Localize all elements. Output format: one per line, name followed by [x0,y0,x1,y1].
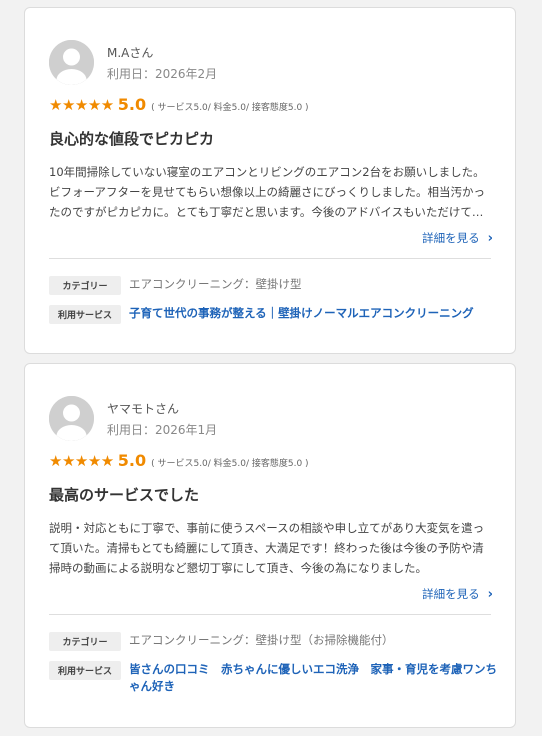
use-date: 利用日：2026年2月 [107,67,218,81]
service-row: 利用サービス 子育て世代の事務が整える｜壁掛けノーマルエアコンクリーニング [49,305,499,324]
service-link[interactable]: 子育て世代の事務が整える｜壁掛けノーマルエアコンクリーニング [129,306,474,320]
rating-row: ★★★★★ 5.0 ( サービス5.0/ 料金5.0/ 接客態度5.0 ) [49,95,309,114]
details-link[interactable]: 詳細を見る › [422,586,493,602]
details-link-label: 詳細を見る [422,587,480,601]
service-links: 皆さんの口コミ 赤ちゃんに優しいエコ洗浄 家事・育児を考慮ワンちゃん好き [129,661,499,695]
sub-scores: ( サービス5.0/ 料金5.0/ 接客態度5.0 ) [151,459,309,469]
category-row: カテゴリー エアコンクリーニング：壁掛け型（お掃除機能付） [49,632,394,651]
details-link[interactable]: 詳細を見る › [422,230,493,246]
category-value: エアコンクリーニング：壁掛け型（お掃除機能付） [129,633,394,647]
review-body: 10年間掃除していない寝室のエアコンとリビングのエアコン2台をお願いしました。ビ… [49,165,485,219]
category-tag: カテゴリー [49,632,121,651]
category-tag: カテゴリー [49,276,121,295]
star-rating-icon: ★★★★★ [49,452,114,470]
avatar [49,40,94,85]
rating-row: ★★★★★ 5.0 ( サービス5.0/ 料金5.0/ 接客態度5.0 ) [49,451,309,470]
service-tag: 利用サービス [49,661,121,680]
review-title: 最高のサービスでした [49,486,200,504]
review-body: 説明・対応ともに丁寧で、事前に使うスペースの相談や申し立てがあり大変気を遣って頂… [49,521,485,575]
divider [49,614,491,615]
details-link-label: 詳細を見る [422,231,480,245]
user-avatar-icon [49,396,94,441]
avatar [49,396,94,441]
user-avatar-icon [49,40,94,85]
category-value: エアコンクリーニング：壁掛け型 [129,277,302,291]
review-card: ヤマモトさん 利用日：2026年1月 ★★★★★ 5.0 ( サービス5.0/ … [24,363,516,728]
review-title: 良心的な値段でピカピカ [49,130,215,148]
reviewer-name: M.Aさん [107,46,154,60]
rating-score: 5.0 [117,451,147,470]
rating-score: 5.0 [117,95,147,114]
divider [49,258,491,259]
service-row: 利用サービス 皆さんの口コミ 赤ちゃんに優しいエコ洗浄 家事・育児を考慮ワンちゃ… [49,661,499,695]
service-link[interactable]: 皆さんの口コミ 赤ちゃんに優しいエコ洗浄 家事・育児を考慮ワンちゃん好き [129,662,497,693]
chevron-right-icon: › [487,230,493,246]
use-date: 利用日：2026年1月 [107,423,218,437]
service-links: 子育て世代の事務が整える｜壁掛けノーマルエアコンクリーニング [129,305,499,322]
sub-scores: ( サービス5.0/ 料金5.0/ 接客態度5.0 ) [151,103,309,113]
chevron-right-icon: › [487,586,493,602]
star-rating-icon: ★★★★★ [49,96,114,114]
review-card: M.Aさん 利用日：2026年2月 ★★★★★ 5.0 ( サービス5.0/ 料… [24,7,516,354]
category-row: カテゴリー エアコンクリーニング：壁掛け型 [49,276,302,295]
reviewer-name: ヤマモトさん [107,402,180,416]
service-tag: 利用サービス [49,305,121,324]
